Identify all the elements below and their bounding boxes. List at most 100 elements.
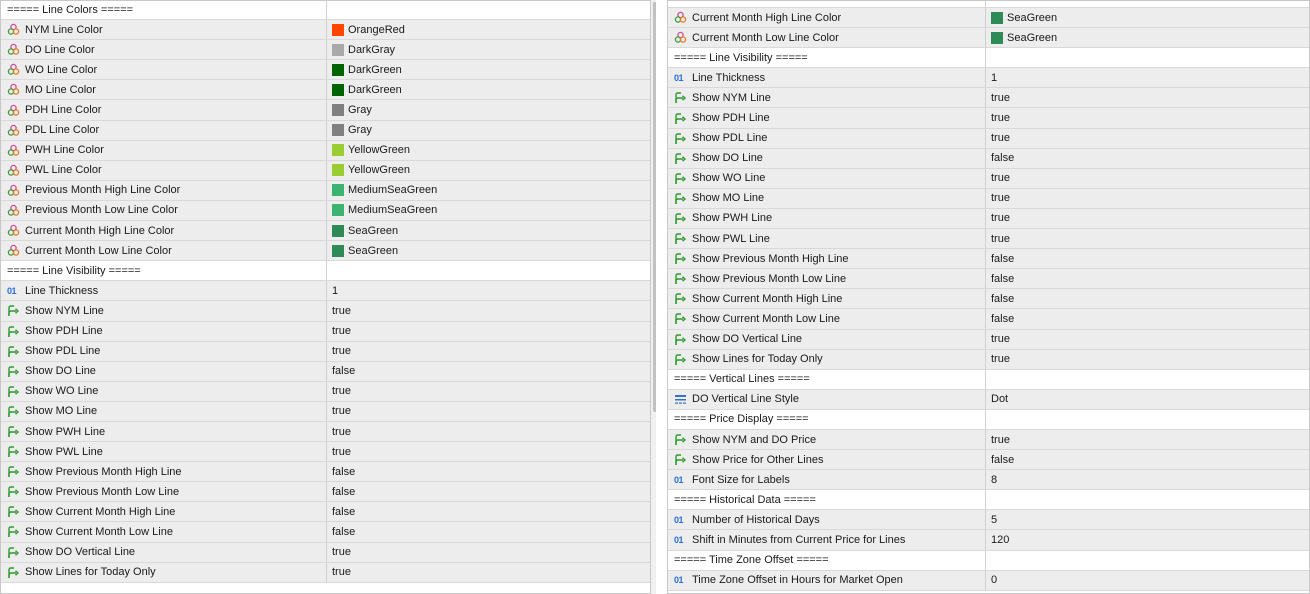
property-value-cell[interactable]: true (327, 442, 650, 461)
property-row[interactable]: Show WO Line true (668, 168, 1309, 189)
property-row[interactable]: Show PWH Line true (1, 421, 650, 443)
property-row[interactable]: PWH Line Color YellowGreen (1, 140, 650, 161)
property-value-cell[interactable]: MediumSeaGreen (327, 201, 650, 220)
property-row[interactable]: 01 Shift in Minutes from Current Price fo… (668, 530, 1309, 551)
property-row[interactable]: PDH Line Color Gray (1, 100, 650, 121)
property-row[interactable]: Show DO Line false (668, 148, 1309, 169)
property-value-cell[interactable]: true (986, 229, 1309, 248)
property-row[interactable]: Current Month Low Line Color SeaGreen (668, 28, 1309, 49)
property-row[interactable]: Show MO Line true (668, 188, 1309, 209)
property-value-cell[interactable]: true (986, 189, 1309, 208)
property-row[interactable]: Show Previous Month Low Line false (668, 269, 1309, 290)
property-value-cell[interactable]: DarkGreen (327, 60, 650, 79)
property-value-cell[interactable]: 0 (986, 571, 1309, 590)
property-value-cell[interactable]: false (986, 149, 1309, 168)
property-row[interactable]: Show PWL Line true (668, 229, 1309, 250)
property-value-cell[interactable]: MediumSeaGreen (327, 181, 650, 200)
property-row[interactable]: 01 Number of Historical Days 5 (668, 510, 1309, 531)
property-value-cell[interactable]: false (986, 309, 1309, 328)
property-value-cell[interactable]: SeaGreen (986, 8, 1309, 27)
property-row[interactable]: 01 Line Thickness 1 (1, 281, 650, 302)
property-value-cell[interactable]: true (986, 330, 1309, 349)
property-value-cell[interactable]: true (986, 108, 1309, 127)
property-row[interactable]: Show Price for Other Lines false (668, 450, 1309, 471)
property-value-cell[interactable]: 1 (327, 281, 650, 300)
property-row[interactable]: Show Current Month Low Line false (1, 522, 650, 543)
property-row[interactable]: Current Month High Line Color SeaGreen (668, 8, 1309, 29)
property-row[interactable]: Show DO Line false (1, 361, 650, 382)
property-value-cell[interactable]: true (986, 88, 1309, 107)
property-value-cell[interactable]: Gray (327, 121, 650, 140)
property-row[interactable]: Previous Month Low Line Color MediumSeaGr… (1, 200, 650, 222)
property-row[interactable]: Show NYM Line true (1, 301, 650, 322)
property-row[interactable]: Show PDH Line true (668, 108, 1309, 129)
property-row[interactable]: PWL Line Color YellowGreen (1, 160, 650, 181)
property-row[interactable]: Show MO Line true (1, 401, 650, 422)
property-row[interactable]: Current Month Low Line Color SeaGreen (1, 241, 650, 262)
property-value-cell[interactable]: false (986, 269, 1309, 288)
property-value-cell[interactable]: true (327, 382, 650, 401)
property-row[interactable]: Show Current Month High Line false (668, 289, 1309, 310)
property-value-cell[interactable]: false (986, 289, 1309, 308)
property-value-cell[interactable]: SeaGreen (986, 28, 1309, 47)
property-row[interactable]: Show DO Vertical Line true (1, 542, 650, 563)
property-value-cell[interactable]: SeaGreen (327, 241, 650, 260)
property-value-cell[interactable]: false (327, 482, 650, 501)
property-value-cell[interactable]: true (986, 129, 1309, 148)
property-value-cell[interactable]: true (986, 209, 1309, 228)
property-value-cell[interactable]: true (327, 422, 650, 441)
property-value-cell[interactable]: false (327, 362, 650, 381)
property-row[interactable]: Show DO Vertical Line true (668, 329, 1309, 350)
property-row[interactable]: Show WO Line true (1, 381, 650, 402)
property-row[interactable]: DO Line Color DarkGray (1, 40, 650, 61)
property-row[interactable]: PDL Line Color Gray (1, 120, 650, 141)
property-row[interactable]: Show PDL Line true (1, 341, 650, 362)
property-value-cell[interactable]: false (327, 502, 650, 521)
property-value-cell[interactable]: SeaGreen (327, 221, 650, 240)
property-value-cell[interactable]: false (986, 450, 1309, 469)
property-value-cell[interactable]: true (327, 322, 650, 341)
property-row[interactable]: Show PDL Line true (668, 128, 1309, 149)
property-value-cell[interactable]: DarkGray (327, 40, 650, 59)
property-row[interactable]: Show Previous Month High Line false (1, 462, 650, 483)
property-value-cell[interactable]: 120 (986, 530, 1309, 549)
property-value-cell[interactable]: 5 (986, 510, 1309, 529)
property-row[interactable]: Show PDH Line true (1, 321, 650, 342)
property-value-cell[interactable]: 1 (986, 68, 1309, 87)
property-value-cell[interactable]: true (327, 543, 650, 562)
property-value-cell[interactable]: true (986, 350, 1309, 369)
property-value-cell[interactable]: 8 (986, 470, 1309, 489)
property-row[interactable]: 01 Font Size for Labels 8 (668, 470, 1309, 491)
property-row[interactable]: Show PWL Line true (1, 442, 650, 463)
property-row[interactable]: Show Previous Month High Line false (668, 249, 1309, 270)
property-value-cell[interactable]: false (327, 522, 650, 541)
property-row[interactable]: Show Lines for Today Only true (668, 349, 1309, 370)
property-value-cell[interactable]: true (327, 563, 650, 582)
property-value-cell[interactable]: true (986, 430, 1309, 449)
property-value-cell[interactable]: YellowGreen (327, 141, 650, 160)
property-row[interactable]: Current Month High Line Color SeaGreen (1, 221, 650, 242)
property-value-cell[interactable]: true (327, 342, 650, 361)
property-row[interactable]: DO Vertical Line Style Dot (668, 389, 1309, 410)
property-row[interactable]: WO Line Color DarkGreen (1, 60, 650, 81)
property-value-cell[interactable]: true (327, 301, 650, 320)
property-row[interactable]: 01 Time Zone Offset in Hours for Market O… (668, 570, 1309, 591)
property-row[interactable]: Previous Month High Line Color MediumSeaG… (1, 180, 650, 201)
property-row[interactable]: Show Lines for Today Only true (1, 562, 650, 583)
property-value-cell[interactable]: Dot (986, 390, 1309, 409)
property-value-cell[interactable]: false (327, 462, 650, 481)
property-value-cell[interactable]: false (986, 249, 1309, 268)
property-row[interactable]: NYM Line Color OrangeRed (1, 20, 650, 41)
property-row[interactable]: MO Line Color DarkGreen (1, 80, 650, 101)
property-row[interactable]: 01 Line Thickness 1 (668, 68, 1309, 89)
property-row[interactable]: Show NYM Line true (668, 88, 1309, 109)
property-row[interactable]: Show Previous Month Low Line false (1, 482, 650, 503)
property-value-cell[interactable]: DarkGreen (327, 80, 650, 99)
property-value-cell[interactable]: true (986, 169, 1309, 188)
property-value-cell[interactable]: true (327, 402, 650, 421)
property-row[interactable]: Show Current Month Low Line false (668, 309, 1309, 330)
property-value-cell[interactable]: OrangeRed (327, 20, 650, 39)
property-value-cell[interactable]: Gray (327, 100, 650, 119)
property-row[interactable]: Show NYM and DO Price true (668, 429, 1309, 451)
property-row[interactable]: Show PWH Line true (668, 208, 1309, 230)
